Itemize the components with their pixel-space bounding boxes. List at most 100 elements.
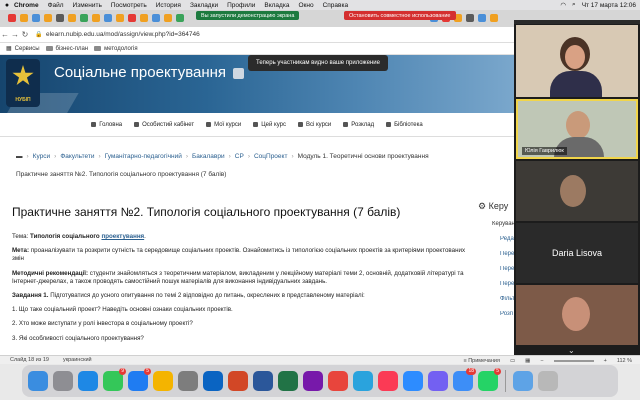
sidebar-item[interactable]: Реда	[500, 236, 514, 242]
dock-settings-icon[interactable]	[178, 371, 198, 391]
url-field[interactable]: elearn.nubip.edu.ua/mod/assign/view.php?…	[46, 31, 200, 38]
dock-messages-icon[interactable]: 9	[103, 368, 126, 391]
bookmark-services[interactable]: ▦ Сервисы	[6, 45, 40, 53]
bookmark-methodology[interactable]: методологія	[94, 46, 138, 52]
dock-zoom-icon[interactable]	[403, 371, 423, 391]
dock-music-icon[interactable]	[378, 371, 398, 391]
sorter-view-icon[interactable]: ▦	[525, 358, 530, 364]
dock-finder-icon[interactable]	[28, 371, 48, 391]
chevron-down-icon[interactable]: ⌄	[568, 346, 575, 355]
nav-my-courses[interactable]: Мої курси	[206, 122, 241, 128]
normal-view-icon[interactable]: ▭	[510, 358, 515, 364]
menu-view[interactable]: Посмотреть	[111, 2, 147, 9]
sidebar-item[interactable]: Пере	[500, 251, 514, 257]
participant-tile[interactable]	[516, 161, 638, 221]
dock-onenote-icon[interactable]	[303, 371, 323, 391]
nav-all-courses[interactable]: Всі курси	[297, 122, 331, 128]
tab-icon[interactable]	[466, 14, 474, 22]
breadcrumb-courses[interactable]: Курси	[33, 153, 50, 160]
menu-history[interactable]: История	[156, 2, 181, 9]
menu-window[interactable]: Окно	[298, 2, 313, 9]
tab-icon[interactable]	[478, 14, 486, 22]
dock-photos-icon[interactable]	[153, 371, 173, 391]
dock-excel-icon[interactable]	[278, 371, 298, 391]
dock-trash-icon[interactable]	[538, 371, 558, 391]
breadcrumb-faculty[interactable]: Гуманітарно-педагогічний	[105, 153, 182, 160]
participant-tile[interactable]	[516, 285, 638, 345]
tab-icon[interactable]	[56, 14, 64, 22]
stop-sharing-button[interactable]: Остановить совместное использование	[344, 11, 456, 20]
menu-file[interactable]: Файл	[48, 2, 64, 9]
menu-help[interactable]: Справка	[323, 2, 349, 9]
edit-icon[interactable]	[233, 67, 245, 79]
tab-icon[interactable]	[44, 14, 52, 22]
lock-icon[interactable]: 🔒	[34, 31, 44, 38]
tab-icon[interactable]	[490, 14, 498, 22]
tab-icon[interactable]	[128, 14, 136, 22]
panel-handle[interactable]	[514, 20, 640, 24]
dock-downloads-icon[interactable]	[513, 371, 533, 391]
menu-edit[interactable]: Изменить	[73, 2, 102, 9]
zoom-level[interactable]: 112 %	[617, 358, 632, 364]
tab-icon[interactable]	[32, 14, 40, 22]
search-icon[interactable]: ⌕	[572, 1, 576, 9]
dock-safari-icon[interactable]	[78, 371, 98, 391]
reload-icon[interactable]: ↻	[20, 30, 30, 39]
sidebar-item[interactable]: Фільт	[500, 296, 514, 302]
sidebar-item[interactable]: Пере	[500, 281, 514, 287]
notes-button[interactable]: ≡ Примечания	[463, 358, 500, 364]
nav-this-course[interactable]: Цей курс	[253, 122, 286, 128]
menu-tab[interactable]: Вкладка	[264, 2, 289, 9]
nav-home[interactable]: Головна	[91, 122, 122, 128]
tab-icon[interactable]	[104, 14, 112, 22]
tab-icon[interactable]	[152, 14, 160, 22]
participant-tile-active[interactable]: Юлія Гаврилюк	[516, 99, 638, 159]
university-logo[interactable]: НУБІП	[6, 59, 40, 107]
nav-dashboard[interactable]: Особистий кабінет	[134, 122, 194, 128]
dock-outlook-icon[interactable]	[203, 371, 223, 391]
participant-tile[interactable]	[516, 25, 638, 97]
forward-icon[interactable]: →	[10, 30, 20, 39]
zoom-in-icon[interactable]: +	[604, 358, 607, 364]
breadcrumb-module[interactable]: Модуль 1. Теоретичні основи проектування	[298, 153, 429, 160]
tab-icon[interactable]	[140, 14, 148, 22]
zoom-out-icon[interactable]: −	[540, 358, 543, 364]
menubar-clock[interactable]: Чт 17 марта 12:06	[582, 2, 636, 9]
sidebar-item[interactable]: Керування	[492, 221, 514, 227]
tab-icon[interactable]	[176, 14, 184, 22]
breadcrumb-course[interactable]: СоцПроект	[254, 153, 287, 160]
apple-icon[interactable]: ●	[0, 2, 14, 9]
dock-launchpad-icon[interactable]	[53, 371, 73, 391]
sidebar-item[interactable]: Розп	[500, 311, 514, 317]
nav-schedule[interactable]: Розклад	[343, 122, 374, 128]
tab-icon[interactable]	[92, 14, 100, 22]
participant-tile[interactable]: Daria Lisova	[516, 223, 638, 283]
nav-library[interactable]: Бібліотека	[386, 122, 423, 128]
dock-viber-icon[interactable]	[428, 371, 448, 391]
topic-link[interactable]: проектування	[101, 233, 144, 240]
tab-icon[interactable]	[68, 14, 76, 22]
tab-icon[interactable]	[116, 14, 124, 22]
dock-mail-icon[interactable]: 18	[453, 368, 476, 391]
language-indicator[interactable]: украинский	[63, 357, 92, 363]
sidebar-item[interactable]: Пере	[500, 266, 514, 272]
dock-powerpoint-icon[interactable]	[228, 371, 248, 391]
sidebar-header[interactable]: ⚙ Керу	[478, 201, 514, 212]
tab-icon[interactable]	[164, 14, 172, 22]
breadcrumb-bachelors[interactable]: Бакалаври	[192, 153, 225, 160]
back-icon[interactable]: ←	[0, 30, 10, 39]
zoom-slider[interactable]	[553, 359, 594, 362]
tab-icon[interactable]	[80, 14, 88, 22]
dock-word-icon[interactable]	[253, 371, 273, 391]
menu-profiles[interactable]: Профили	[227, 2, 255, 9]
breadcrumb-sr[interactable]: СР	[235, 153, 244, 160]
dock-whatsapp-icon[interactable]: 5	[478, 368, 501, 391]
tab-icon[interactable]	[20, 14, 28, 22]
dock-chrome-icon[interactable]	[328, 371, 348, 391]
menu-bookmarks[interactable]: Закладки	[190, 2, 218, 9]
menu-app[interactable]: Chrome	[14, 2, 39, 9]
wifi-icon[interactable]: ◠	[560, 1, 566, 9]
dock-telegram-icon[interactable]	[353, 371, 373, 391]
breadcrumb-faculties[interactable]: Факультети	[60, 153, 94, 160]
tab-icon[interactable]	[8, 14, 16, 22]
